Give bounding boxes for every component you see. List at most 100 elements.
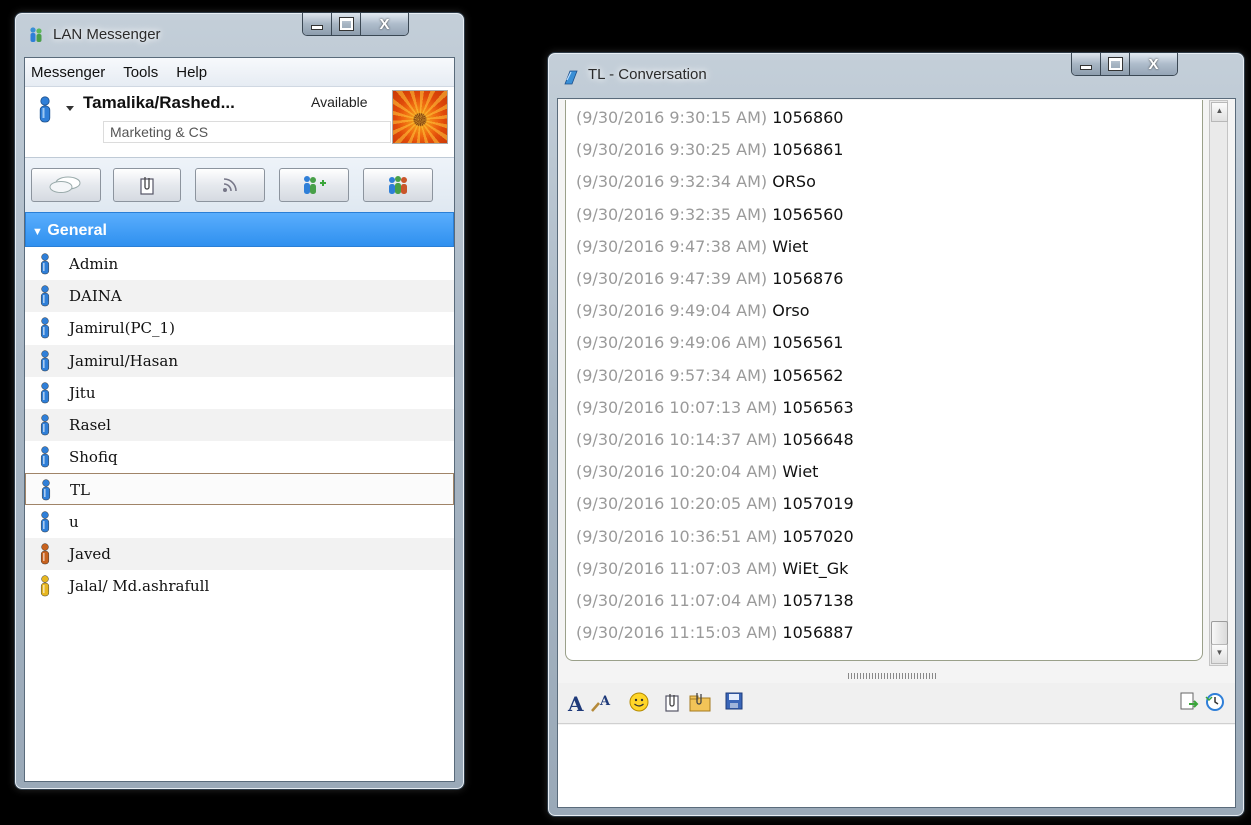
message-text: 1056860 <box>772 108 844 127</box>
contact-name: u <box>69 512 79 531</box>
contact-item[interactable]: Shofiq <box>25 441 454 473</box>
message-timestamp: (9/30/2016 9:49:04 AM) <box>576 301 768 321</box>
window-title: TL - Conversation <box>588 66 707 83</box>
contact-status-icon <box>40 253 50 275</box>
message-history[interactable]: (9/30/2016 9:30:15 AM) 1056860 (9/30/2016… <box>565 100 1203 661</box>
close-button[interactable]: X <box>1130 53 1177 75</box>
message-text: 1056861 <box>772 140 844 160</box>
contact-name: Shofiq <box>69 448 118 467</box>
contact-name: Jamirul(PC_1) <box>69 319 175 338</box>
message-timestamp: (9/30/2016 10:07:13 AM) <box>576 397 778 417</box>
message-timestamp: (9/30/2016 11:15:03 AM) <box>576 623 778 643</box>
contact-status-icon <box>40 575 50 597</box>
file-transfer-button[interactable] <box>113 168 181 202</box>
maximize-button[interactable] <box>332 13 361 35</box>
contact-name: Jitu <box>69 383 96 402</box>
contact-name: Jalal/ Md.ashrafull <box>69 577 210 595</box>
save-icon[interactable] <box>724 691 744 711</box>
message-timestamp: (9/30/2016 9:30:25 AM) <box>576 140 768 160</box>
contact-item[interactable]: Jamirul(PC_1) <box>25 312 454 344</box>
smiley-icon[interactable] <box>628 691 650 713</box>
add-contact-icon <box>304 176 326 194</box>
group-icon <box>389 176 407 194</box>
message-timestamp: (9/30/2016 10:14:37 AM) <box>576 430 778 449</box>
contact-item[interactable]: DAINA <box>25 280 454 313</box>
contact-status-icon <box>40 382 50 404</box>
message-text: WiEt_Gk <box>782 558 849 578</box>
menu-messenger[interactable]: Messenger <box>31 64 105 81</box>
scroll-thumb[interactable] <box>1211 621 1228 645</box>
user-name[interactable]: Tamalika/Rashed... <box>83 93 235 113</box>
app-icon <box>30 27 42 42</box>
message-timestamp: (9/30/2016 9:49:06 AM) <box>576 333 768 353</box>
menu-help[interactable]: Help <box>176 64 207 81</box>
message-row: (9/30/2016 9:32:34 AM) ORSo <box>576 167 816 197</box>
contact-status-icon <box>41 479 51 501</box>
history-export-icon[interactable] <box>1178 691 1200 713</box>
avatar[interactable] <box>392 90 448 144</box>
conversation-client-area: (9/30/2016 9:30:15 AM) 1056860 (9/30/2016… <box>557 98 1236 808</box>
broadcast-button[interactable] <box>195 168 265 202</box>
contact-status-icon <box>40 414 50 436</box>
chat-button[interactable] <box>31 168 101 202</box>
contact-item[interactable]: Jamirul/Hasan <box>25 344 454 377</box>
contact-status-icon <box>40 285 50 307</box>
add-contact-button[interactable] <box>279 168 349 202</box>
splitter-handle[interactable] <box>848 673 938 679</box>
message-row: (9/30/2016 10:14:37 AM) 1056648 <box>576 425 854 455</box>
minimize-icon <box>311 24 323 30</box>
message-timestamp: (9/30/2016 10:36:51 AM) <box>576 526 778 546</box>
group-header-general[interactable]: ▼ General <box>25 212 454 247</box>
window-title: LAN Messenger <box>53 26 161 43</box>
contact-item[interactable]: Jalal/ Md.ashrafull <box>25 570 454 602</box>
contact-name: Jamirul/Hasan <box>69 351 178 370</box>
send-folder-icon[interactable] <box>688 691 712 713</box>
font-icon[interactable]: A <box>566 691 588 715</box>
minimize-button[interactable] <box>303 13 332 35</box>
status-dropdown-icon[interactable] <box>65 97 75 117</box>
status-person-icon[interactable] <box>37 96 53 124</box>
message-timestamp: (9/30/2016 9:57:34 AM) <box>576 365 768 385</box>
status-label[interactable]: Available <box>311 94 368 110</box>
user-note-field[interactable]: Marketing & CS <box>103 121 391 143</box>
maximize-button[interactable] <box>1101 53 1130 75</box>
group-name: General <box>47 222 107 239</box>
contact-item[interactable]: TL <box>25 473 454 506</box>
history-icon[interactable] <box>1204 691 1226 713</box>
conversation-icon <box>564 70 578 85</box>
minimize-button[interactable] <box>1072 53 1101 75</box>
svg-text:A: A <box>599 694 611 709</box>
message-text: 1056562 <box>772 365 844 385</box>
minimize-icon <box>1080 64 1092 70</box>
message-row: (9/30/2016 9:49:06 AM) 1056561 <box>576 328 843 358</box>
close-button[interactable]: X <box>361 13 408 35</box>
message-row: (9/30/2016 9:30:15 AM) 1056860 <box>576 103 843 133</box>
contact-status-icon <box>40 510 50 532</box>
scroll-down-icon[interactable]: ▼ <box>1211 644 1228 664</box>
font-color-icon[interactable]: A <box>590 691 614 715</box>
contact-item[interactable]: Admin <box>25 248 454 280</box>
contact-name: Admin <box>69 255 119 273</box>
main-toolbar <box>25 157 454 213</box>
message-compose-area[interactable] <box>558 725 1235 807</box>
contact-item[interactable]: Rasel <box>25 409 454 441</box>
message-row: (9/30/2016 9:49:04 AM) Orso <box>576 296 810 326</box>
chat-icon <box>49 176 81 193</box>
title-bar[interactable]: TL - Conversation X <box>548 53 1244 97</box>
contact-item[interactable]: Javed <box>25 537 454 570</box>
message-timestamp: (9/30/2016 10:20:04 AM) <box>576 462 778 482</box>
maximize-icon <box>338 17 354 31</box>
group-button[interactable] <box>363 168 433 202</box>
scroll-up-icon[interactable]: ▲ <box>1211 102 1228 122</box>
main-client-area: Messenger Tools Help Tamalika/Rashed... … <box>24 57 455 782</box>
message-text: 1057138 <box>782 591 854 610</box>
message-text: 1056561 <box>772 333 844 353</box>
contact-item[interactable]: u <box>25 506 454 538</box>
send-file-icon[interactable] <box>662 691 682 713</box>
message-timestamp: (9/30/2016 9:32:34 AM) <box>576 172 768 192</box>
menu-tools[interactable]: Tools <box>123 64 158 81</box>
title-bar[interactable]: LAN Messenger X <box>15 13 464 57</box>
message-text: Wiet <box>782 462 819 482</box>
history-scrollbar[interactable]: ▲ ▼ <box>1209 100 1228 666</box>
contact-item[interactable]: Jitu <box>25 377 454 409</box>
